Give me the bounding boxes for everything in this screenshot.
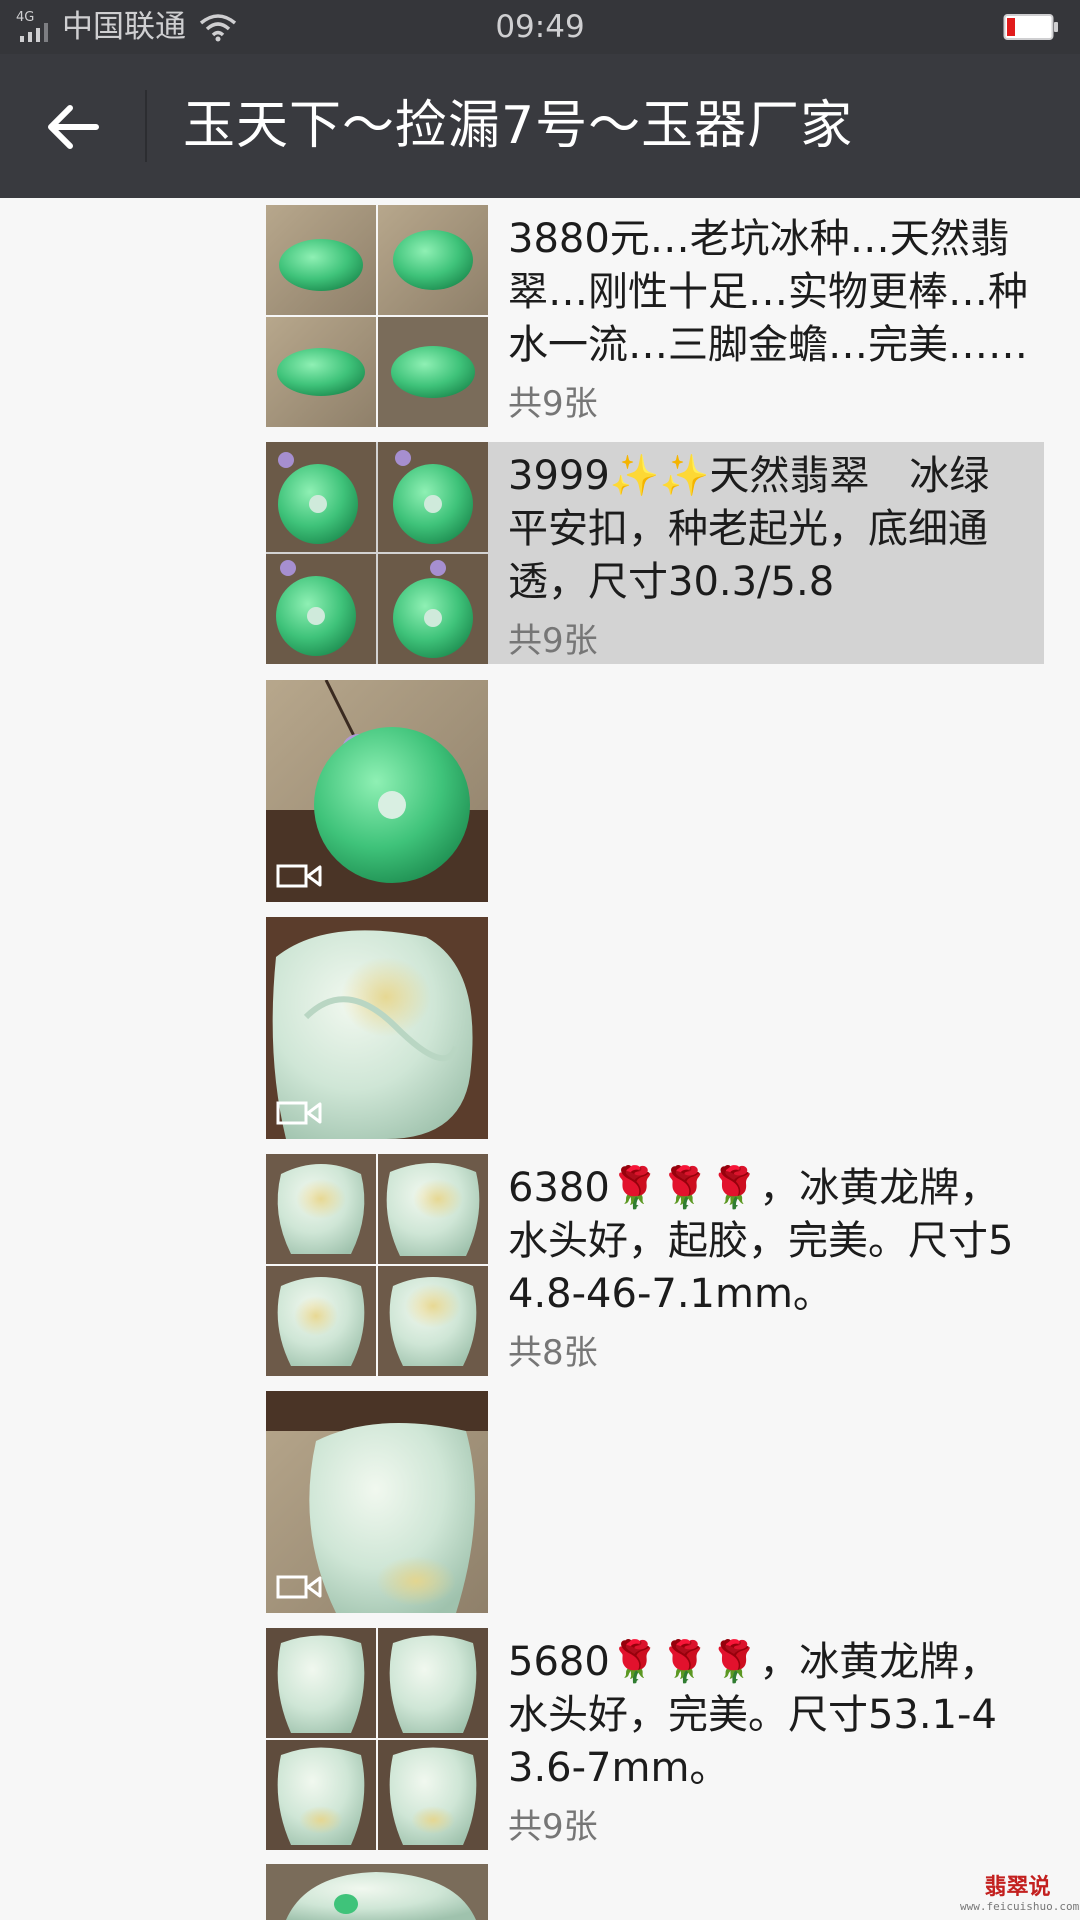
photo-thumbnail[interactable] <box>266 1628 376 1738</box>
photo-thumbnail[interactable] <box>266 205 376 315</box>
video-camera-icon <box>276 1101 322 1125</box>
photo-thumbnail[interactable] <box>378 1154 488 1264</box>
post-text: 5680🌹🌹🌹，冰黄龙牌，水头好，完美。尺寸53.1-43.6-7mm。 <box>508 1639 1000 1791</box>
watermark-url: www.feicuishuo.com <box>960 1900 1080 1913</box>
post-text: 3880元…老坑冰种…天然翡翠…刚性十足…实物更棒…种水一流…三脚金蟾…完美…… <box>508 216 1028 368</box>
post-item[interactable] <box>266 1391 1044 1613</box>
post-item[interactable]: 6380🌹🌹🌹，冰黄龙牌，水头好，起胶，完美。尺寸54.8-46-7.1mm。 … <box>266 1154 1044 1376</box>
title-divider <box>145 90 147 162</box>
post-item[interactable] <box>266 1864 1044 1920</box>
photo-thumbnail[interactable] <box>266 554 376 664</box>
photo-count: 共8张 <box>508 1333 598 1373</box>
photo-count: 共9张 <box>508 384 598 424</box>
video-camera-icon <box>276 864 322 888</box>
photo-thumbnail[interactable] <box>378 1266 488 1376</box>
photo-thumbnail[interactable] <box>378 1740 488 1850</box>
photo-thumbnail[interactable] <box>266 1740 376 1850</box>
post-text: 3999✨✨天然翡翠 冰绿平安扣，种老起光，底细通透，尺寸30.3/5.8 <box>508 453 990 605</box>
video-thumbnail[interactable] <box>266 917 488 1139</box>
watermark-logo: 翡翠说 <box>984 1875 1051 1900</box>
video-thumbnail[interactable] <box>266 680 488 902</box>
photo-thumbnail[interactable] <box>266 317 376 427</box>
clock: 09:49 <box>495 9 585 45</box>
photo-thumbnail[interactable] <box>266 1266 376 1376</box>
page-title: 玉天下～捡漏7号～玉器厂家 <box>183 96 854 156</box>
photo-grid[interactable] <box>266 1154 488 1376</box>
photo-thumbnail[interactable] <box>378 317 488 427</box>
title-bar: 玉天下～捡漏7号～玉器厂家 <box>0 54 1080 198</box>
photo-count: 共9张 <box>508 621 598 661</box>
photo-thumbnail[interactable] <box>266 1154 376 1264</box>
post-item[interactable] <box>266 680 1044 902</box>
photo-grid[interactable] <box>266 205 488 427</box>
post-item[interactable]: 5680🌹🌹🌹，冰黄龙牌，水头好，完美。尺寸53.1-43.6-7mm。 共9张 <box>266 1628 1044 1850</box>
photo-grid[interactable] <box>266 442 488 664</box>
video-camera-icon <box>276 1575 322 1599</box>
photo-thumbnail[interactable] <box>378 1628 488 1738</box>
post-text: 6380🌹🌹🌹，冰黄龙牌，水头好，起胶，完美。尺寸54.8-46-7.1mm。 <box>508 1165 1014 1317</box>
back-arrow-icon[interactable] <box>44 102 100 152</box>
post-item[interactable]: 3999✨✨天然翡翠 冰绿平安扣，种老起光，底细通透，尺寸30.3/5.8 共9… <box>266 442 1044 664</box>
photo-thumbnail[interactable] <box>378 554 488 664</box>
photo-grid[interactable] <box>266 1628 488 1850</box>
photo-thumbnail[interactable] <box>378 442 488 552</box>
photo-thumbnail[interactable] <box>378 205 488 315</box>
photo-thumbnail[interactable] <box>266 1864 488 1920</box>
video-thumbnail[interactable] <box>266 1391 488 1613</box>
post-item[interactable]: 3880元…老坑冰种…天然翡翠…刚性十足…实物更棒…种水一流…三脚金蟾…完美……… <box>266 205 1044 435</box>
photo-thumbnail[interactable] <box>266 442 376 552</box>
photo-count: 共9张 <box>508 1807 598 1847</box>
post-item[interactable] <box>266 917 1044 1139</box>
watermark: 翡翠说 www.feicuishuo.com <box>960 1875 1080 1914</box>
status-bar: 4G 中国联通 09:49 <box>0 0 1080 54</box>
battery-low-icon <box>1003 14 1058 40</box>
